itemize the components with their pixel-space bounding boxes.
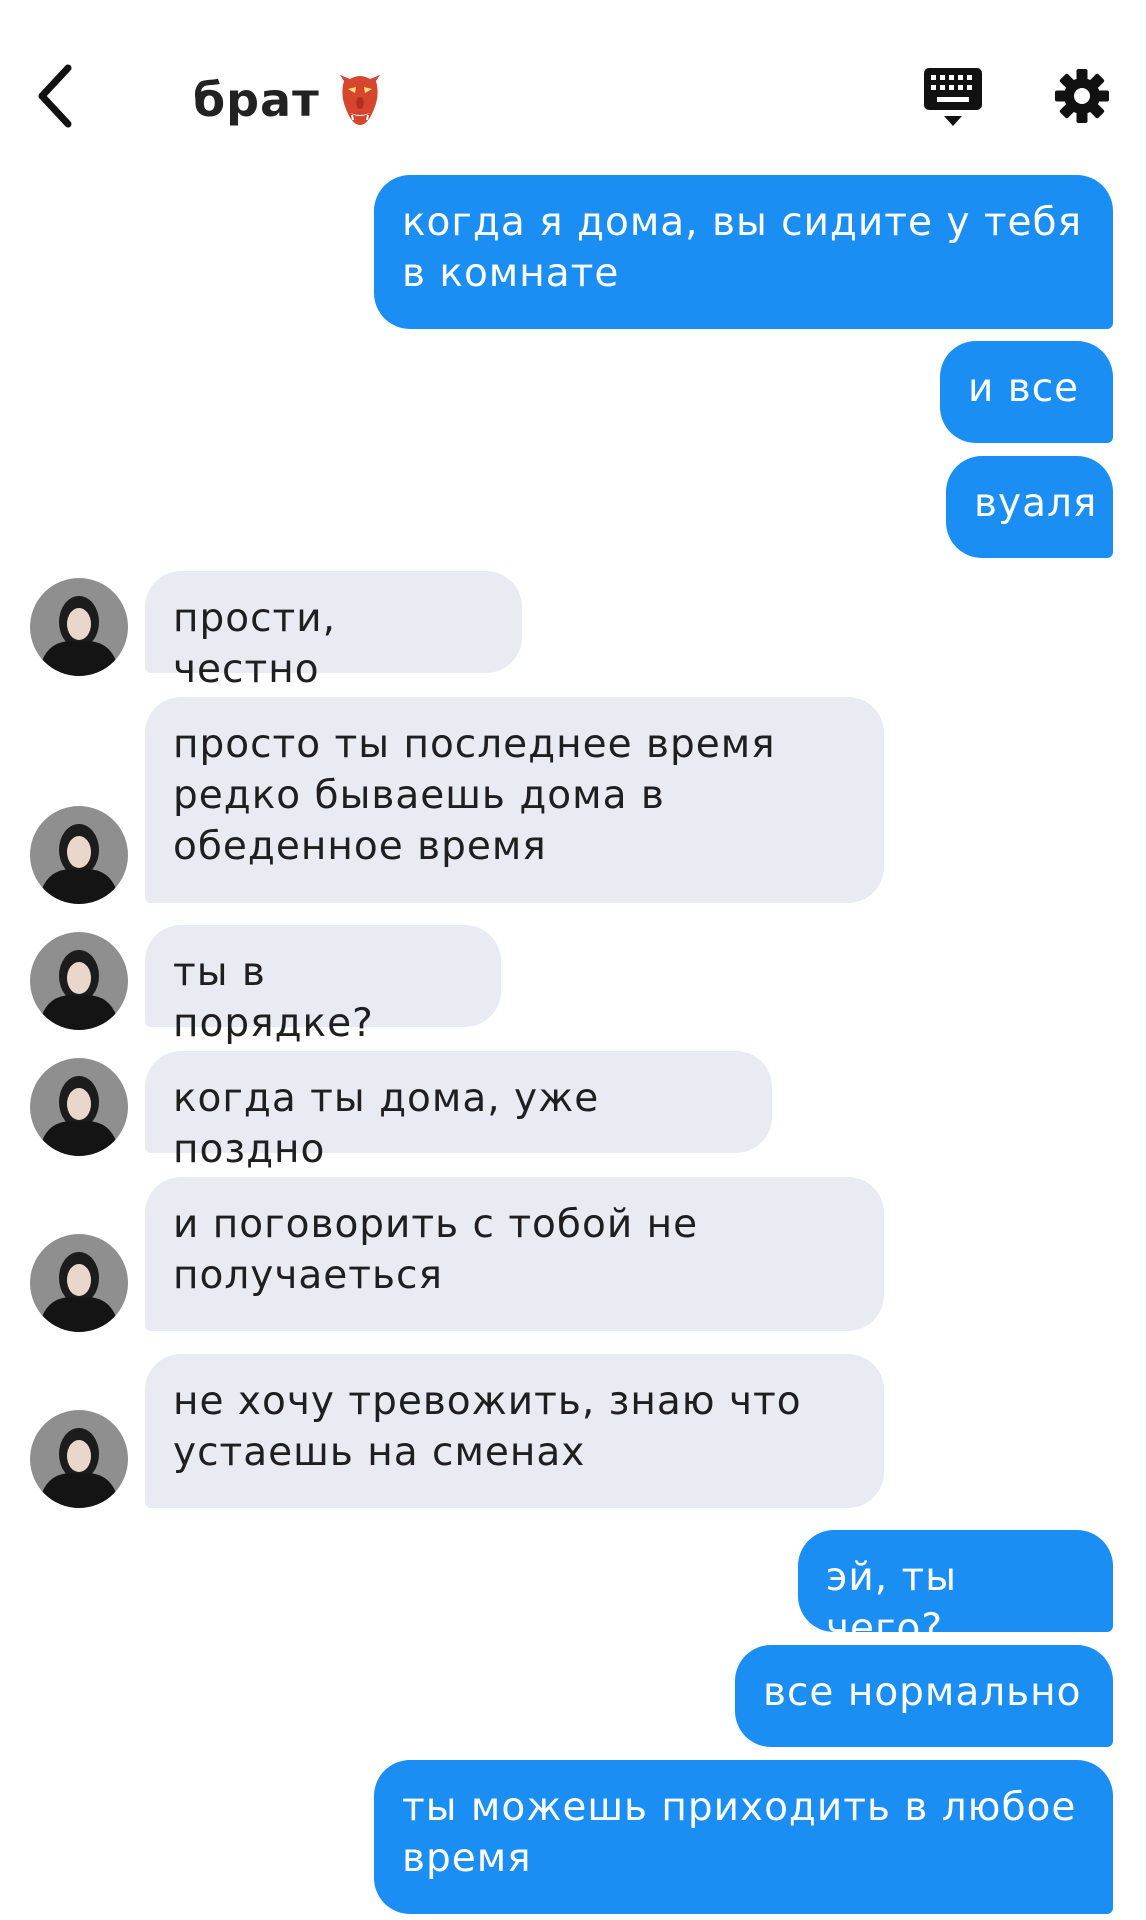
settings-button[interactable] <box>1054 68 1110 124</box>
keyboard-icon <box>924 68 982 126</box>
gear-icon <box>1055 69 1109 123</box>
incoming-message[interactable]: и поговорить с тобой не получаеться <box>145 1177 884 1331</box>
outgoing-message[interactable]: вуаля <box>946 456 1113 558</box>
contact-avatar[interactable] <box>30 1058 128 1156</box>
keyboard-toggle-button[interactable] <box>922 66 984 128</box>
incoming-message[interactable]: ты в порядке? <box>145 925 501 1046</box>
contact-avatar[interactable] <box>30 578 128 676</box>
outgoing-message[interactable]: и все <box>940 341 1113 443</box>
outgoing-message[interactable]: все нормально <box>735 1645 1113 1747</box>
outgoing-message[interactable]: эй, ты чего? <box>798 1530 1113 1651</box>
incoming-message[interactable]: прости, честно <box>145 571 522 692</box>
contact-avatar[interactable] <box>30 1234 128 1332</box>
incoming-message[interactable]: не хочу тревожить, знаю что устаешь на с… <box>145 1354 884 1508</box>
chat-header: брат <box>0 0 1146 175</box>
back-button[interactable] <box>30 62 86 130</box>
outgoing-message[interactable]: ты можешь приходить в любое время <box>374 1760 1113 1914</box>
goblin-mask-icon <box>339 75 380 125</box>
outgoing-message[interactable]: когда я дома, вы сидите у тебя в комнате <box>374 175 1113 329</box>
incoming-message[interactable]: просто ты последнее время редко бываешь … <box>145 697 884 903</box>
contact-avatar[interactable] <box>30 1410 128 1508</box>
contact-avatar[interactable] <box>30 806 128 904</box>
incoming-message[interactable]: когда ты дома, уже поздно <box>145 1051 772 1172</box>
contact-avatar[interactable] <box>30 932 128 1030</box>
chevron-left-icon <box>38 64 72 128</box>
contact-name: брат <box>193 73 320 127</box>
chat-title[interactable]: брат <box>193 70 382 130</box>
